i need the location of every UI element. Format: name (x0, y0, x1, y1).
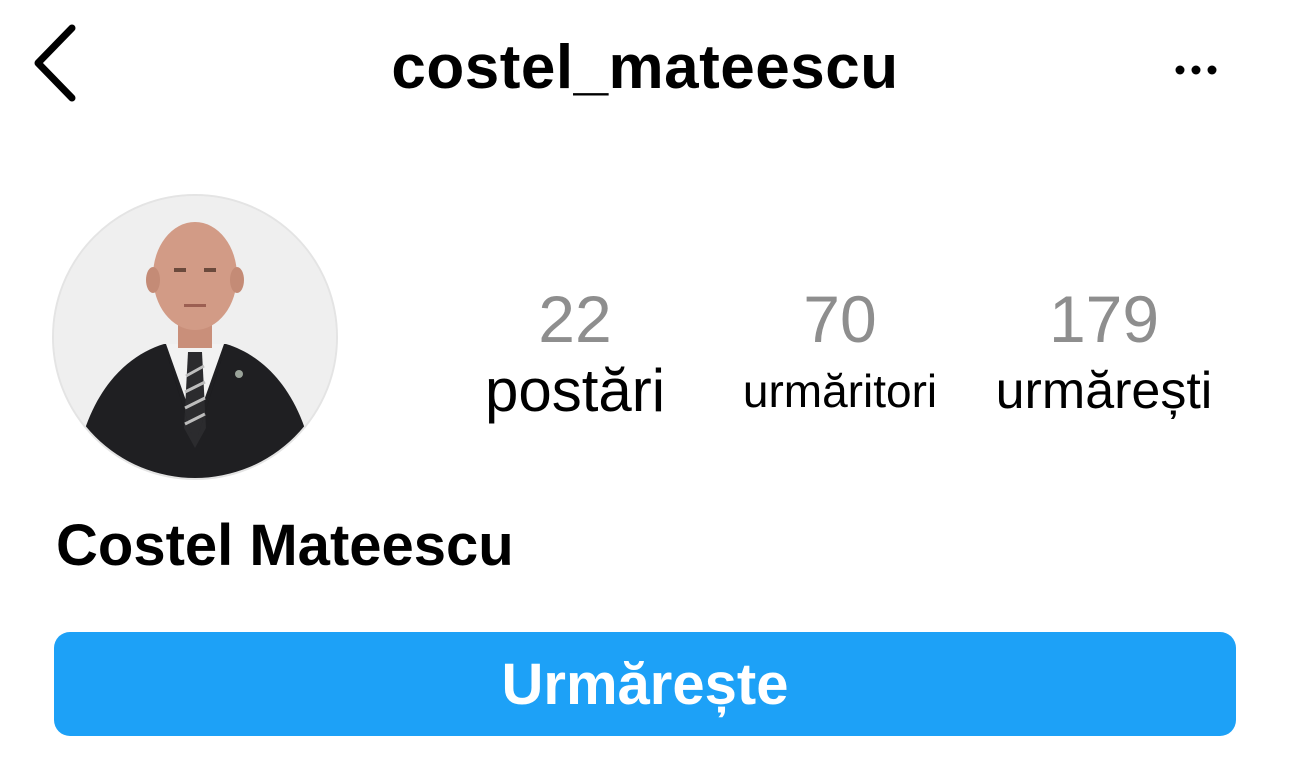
posts-count: 22 (538, 282, 612, 356)
follow-button[interactable]: Urmărește (54, 632, 1236, 736)
followers-count: 70 (803, 282, 877, 356)
profile-photo (54, 196, 336, 478)
followers-label: urmăritori (742, 365, 938, 417)
more-horizontal-icon (1175, 65, 1217, 75)
following-count: 179 (1048, 282, 1160, 356)
following-label: urmărești (995, 362, 1213, 420)
more-options-button[interactable] (1160, 40, 1232, 100)
follow-button-label: Urmărește (501, 651, 789, 717)
followers-stat[interactable]: 70 urmăritori (720, 282, 960, 426)
profile-full-name: Costel Mateescu (56, 513, 514, 578)
page-title: costel_mateescu (391, 33, 899, 102)
posts-label: postări (484, 357, 666, 424)
avatar[interactable] (52, 194, 338, 480)
following-stat[interactable]: 179 urmărești (982, 282, 1226, 426)
posts-stat: 22 postări (472, 282, 678, 426)
